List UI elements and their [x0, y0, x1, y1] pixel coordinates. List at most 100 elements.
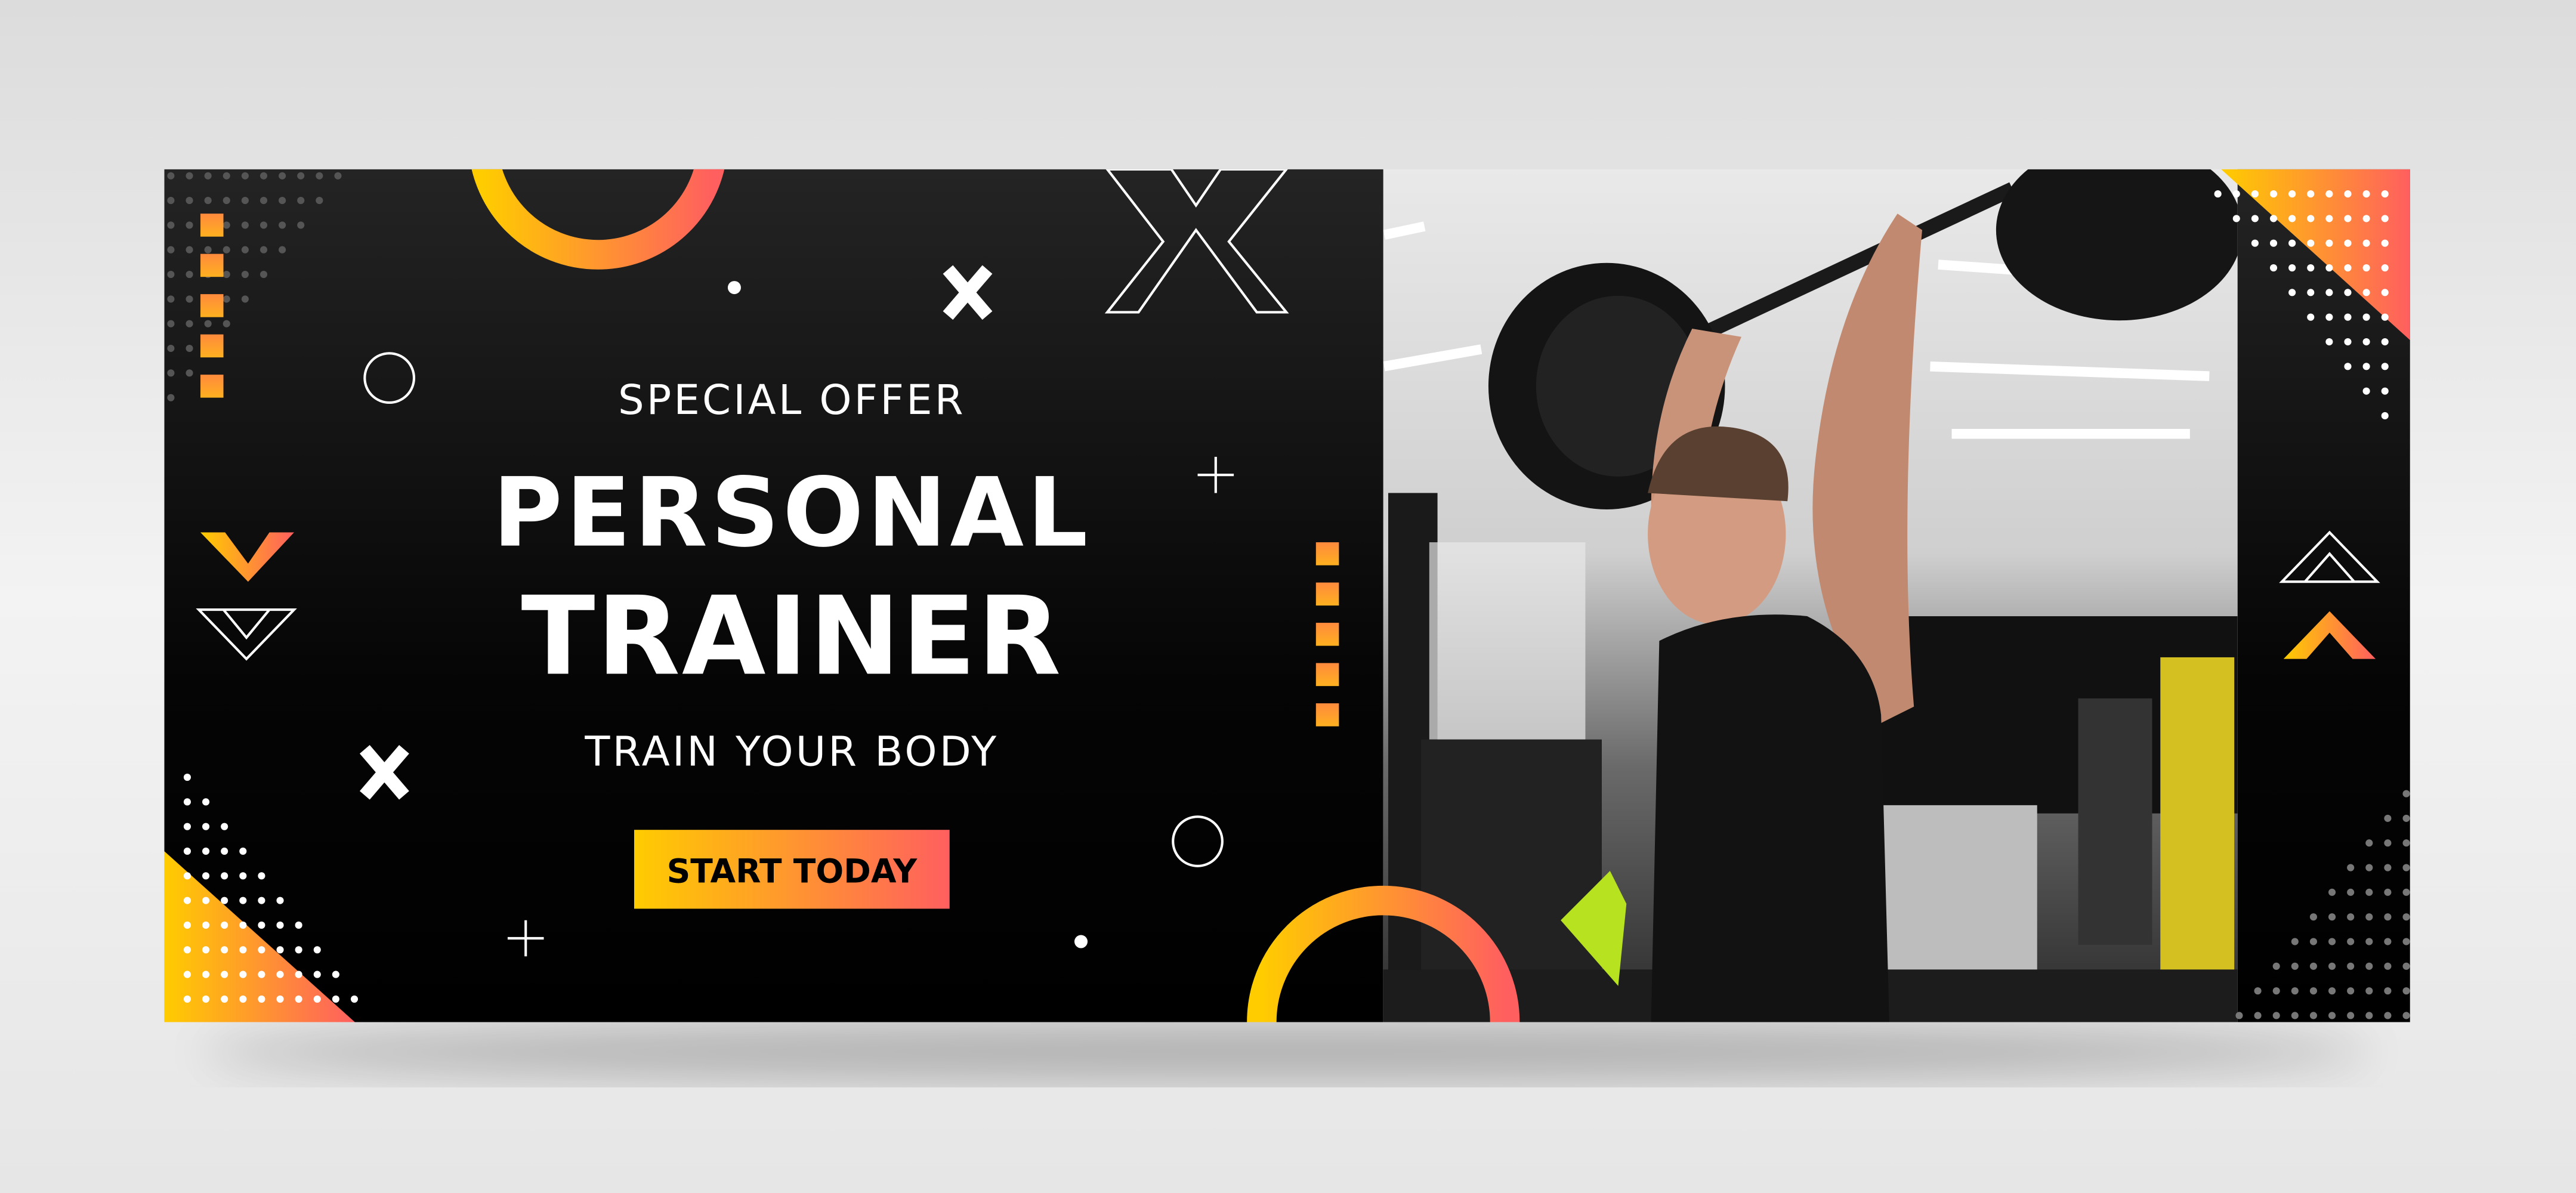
dot: [2384, 888, 2392, 896]
dot: [2291, 1012, 2299, 1019]
dot: [2328, 1012, 2336, 1019]
banner-shadow: [202, 1022, 2371, 1081]
dot: [202, 921, 210, 929]
bar: [1315, 542, 1339, 565]
dot: [2381, 264, 2389, 272]
dot: [2381, 289, 2389, 296]
dot: [2365, 888, 2373, 896]
dot-icon: [1074, 935, 1088, 948]
bar: [1315, 663, 1339, 687]
dot: [276, 897, 284, 904]
dot: [2381, 190, 2389, 198]
dot: [167, 320, 175, 327]
dot: [223, 172, 230, 180]
dot: [2365, 1012, 2373, 1019]
dot: [2291, 962, 2299, 970]
dot: [202, 847, 210, 855]
dot: [2381, 338, 2389, 346]
dot: [186, 270, 193, 279]
dot: [221, 872, 228, 880]
dot: [239, 897, 247, 904]
dot: [167, 344, 175, 353]
dot: [183, 995, 191, 1003]
dot: [167, 197, 175, 205]
dot: [2272, 1012, 2280, 1019]
dot: [239, 971, 247, 978]
bar: [200, 334, 224, 358]
banner: SPECIAL OFFER PERSONAL TRAINER TRAIN YOU…: [164, 169, 2410, 1022]
dot: [276, 971, 284, 978]
dot: [183, 921, 191, 929]
dot: [332, 995, 339, 1003]
dot: [239, 995, 247, 1003]
bar: [200, 375, 224, 398]
dot: [221, 897, 228, 904]
dot: [2347, 962, 2355, 970]
dot: [2402, 790, 2410, 798]
dot: [2328, 913, 2336, 921]
dot: [276, 995, 284, 1003]
dot: [239, 872, 247, 880]
gym-photo: [1383, 169, 2238, 1022]
dot: [313, 995, 321, 1003]
dot: [2309, 987, 2317, 995]
dot: [2269, 215, 2278, 222]
dot: [2347, 987, 2355, 995]
dot: [2232, 215, 2240, 222]
dot: [2269, 190, 2278, 198]
dot: [183, 823, 191, 830]
dot: [2347, 938, 2355, 945]
dot: [2344, 190, 2352, 198]
dot: [186, 344, 193, 353]
dot: [221, 823, 228, 830]
dot: [2325, 338, 2333, 346]
dot: [2365, 987, 2373, 995]
button-label[interactable]: START TODAY: [667, 852, 918, 890]
dot: [2402, 888, 2410, 896]
dot: [279, 172, 286, 180]
dot: [239, 921, 247, 929]
dot: [260, 197, 268, 205]
dot: [241, 270, 249, 279]
dot: [221, 921, 228, 929]
dot: [167, 246, 175, 254]
dot: [313, 946, 321, 954]
dot: [202, 872, 210, 880]
dot: [2288, 289, 2296, 296]
dot: [186, 172, 193, 180]
dot: [350, 995, 359, 1003]
dot: [2347, 1012, 2355, 1019]
dot: [2381, 387, 2389, 395]
bar: [200, 214, 224, 237]
dot: [223, 320, 230, 327]
dot: [258, 872, 265, 880]
dot: [2381, 363, 2389, 370]
dot: [223, 246, 230, 254]
dot: [2254, 1012, 2262, 1019]
dot: [2272, 962, 2280, 970]
dot: [167, 369, 175, 377]
dot: [2291, 987, 2299, 995]
dot: [258, 921, 265, 929]
dot: [2384, 839, 2392, 847]
dot: [2402, 987, 2410, 995]
dot: [2347, 913, 2355, 921]
dot: [2362, 387, 2370, 395]
dot: [241, 246, 249, 254]
dot: [186, 369, 193, 377]
dot: [2344, 363, 2352, 370]
dot: [2362, 264, 2370, 272]
dot: [2365, 839, 2373, 847]
bar: [1315, 582, 1339, 606]
dot: [297, 221, 305, 229]
start-today-button[interactable]: START TODAY: [634, 830, 950, 909]
dot: [295, 995, 302, 1003]
dot: [241, 295, 249, 303]
dot: [2384, 987, 2392, 995]
bar: [1315, 623, 1339, 646]
dot: [2344, 313, 2352, 321]
tagline-text: TRAIN YOUR BODY: [584, 728, 999, 776]
dot: [239, 847, 247, 855]
dot: [279, 197, 286, 205]
dot: [2288, 215, 2296, 222]
